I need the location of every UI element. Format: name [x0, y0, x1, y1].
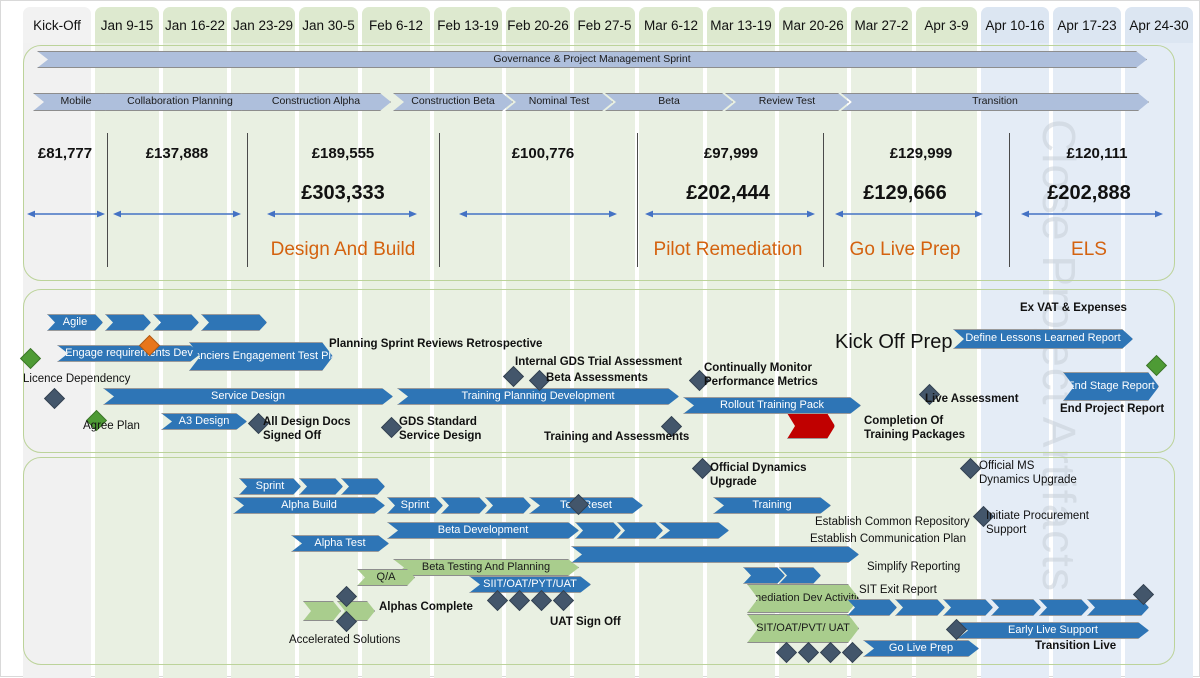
budget-amount: £120,111 — [1066, 145, 1128, 162]
week-tab[interactable]: Feb 27-5 — [574, 7, 635, 43]
task-bar[interactable]: A3 Design — [161, 413, 247, 430]
task-bar[interactable]: Financiers Engagement Test Plan — [189, 342, 333, 371]
phase-chevron[interactable]: Collaboration Planning — [105, 93, 255, 111]
budget-span-arrow — [835, 209, 983, 219]
week-tab[interactable]: Feb 13-19 — [434, 7, 502, 43]
week-tab[interactable]: Kick-Off — [23, 7, 91, 43]
budget-group-name: ELS — [1071, 239, 1107, 260]
week-tab[interactable]: Mar 27-2 — [851, 7, 912, 43]
budget-amount: £129,999 — [889, 145, 953, 162]
budget-span-arrow — [267, 209, 417, 219]
budget-amount: £137,888 — [145, 145, 209, 162]
phase-chevron[interactable]: Beta — [605, 93, 733, 111]
week-tab[interactable]: Mar 20-26 — [779, 7, 847, 43]
task-bar[interactable]: SIIT/OAT/PYT/UAT — [469, 576, 591, 593]
budget-amount: £189,555 — [311, 145, 375, 162]
task-bar[interactable]: Rollout Training Pack — [683, 397, 861, 414]
week-tab[interactable]: Feb 20-26 — [506, 7, 570, 43]
budget-span-arrow — [645, 209, 815, 219]
milestone-label: Official MS Dynamics Upgrade — [979, 460, 1077, 486]
milestone-label: Alphas Complete — [379, 601, 473, 613]
milestone-label: Beta Assessments — [546, 372, 648, 384]
budget-span-arrow — [459, 209, 617, 219]
budget-span-arrow — [1021, 209, 1163, 219]
phase-chevron[interactable]: Review Test — [725, 93, 849, 111]
week-tab-bar: Kick-Off Jan 9-15 Jan 16-22 Jan 23-29 Jan 30… — [1, 1, 1200, 43]
task-bar[interactable]: Training — [713, 497, 831, 514]
milestone-label: All Design Docs Signed Off — [263, 416, 351, 442]
task-bar[interactable]: Alpha Test — [291, 535, 389, 552]
budget-amount: £97,999 — [703, 145, 759, 162]
phase-chevron[interactable]: Mobile — [33, 93, 119, 111]
milestone-label: Ex VAT & Expenses — [1020, 302, 1127, 314]
week-tab[interactable]: Jan 16-22 — [163, 7, 227, 43]
milestone-label: Agree Plan — [83, 420, 140, 432]
milestone-label: Official Dynamics Upgrade — [710, 462, 807, 488]
week-tab[interactable]: Jan 9-15 — [95, 7, 159, 43]
task-bar[interactable]: Beta Testing And Planning — [393, 559, 579, 576]
budget-group-total: £303,333 — [301, 182, 385, 204]
week-tab[interactable]: Jan 23-29 — [231, 7, 295, 43]
governance-sprint-bar[interactable]: Governance & Project Management Sprint — [37, 51, 1147, 68]
phase-chevron[interactable]: Construction Alpha — [241, 93, 391, 111]
phase-chevron[interactable]: Construction Beta — [393, 93, 513, 111]
budget-amount: £81,777 — [37, 145, 93, 162]
milestone-label: Simplify Reporting — [867, 561, 961, 573]
milestone-label: SIT Exit Report — [859, 584, 937, 596]
budget-group-name: Design And Build — [270, 239, 416, 260]
week-tab[interactable]: Mar 6-12 — [639, 7, 703, 43]
milestone-label: Live Assessment — [925, 393, 1019, 405]
budget-group-total: £202,444 — [686, 182, 770, 204]
milestone-label: End Project Report — [1060, 403, 1165, 415]
task-bar[interactable]: Service Design — [103, 388, 393, 405]
task-bar-segment[interactable] — [571, 546, 859, 563]
milestone-label: Accelerated Solutions — [289, 634, 401, 646]
milestone-label: Training and Assessments — [544, 431, 690, 443]
milestone-label: Kick Off Prep — [835, 331, 953, 353]
task-bar[interactable]: Agile — [47, 314, 103, 331]
milestone-label: Establish Common Repository — [815, 516, 970, 528]
milestone-label: Transition Live — [1035, 640, 1117, 652]
task-bar[interactable]: Beta Development — [387, 522, 579, 539]
task-bar[interactable]: SIT/OAT/PVT/ UAT — [747, 614, 859, 643]
timeline-canvas: Close Project Artifacts Kick-Off Jan 9-15… — [0, 0, 1200, 678]
budget-group-total: £129,666 — [863, 182, 947, 204]
week-tab[interactable]: Jan 30-5 — [299, 7, 358, 43]
budget-group-name: Go Live Prep — [849, 239, 961, 260]
budget-group-name: Pilot Remediation — [653, 239, 803, 260]
task-bar[interactable]: End Stage Report — [1063, 372, 1159, 401]
milestone-label: UAT Sign Off — [550, 616, 621, 628]
phase-chevron[interactable]: Transition — [841, 93, 1149, 111]
week-tab[interactable]: Apr 10-16 — [981, 7, 1049, 43]
task-bar[interactable]: Early Live Support — [957, 622, 1149, 639]
milestone-label: Planning Sprint Reviews Retrospective — [329, 338, 543, 350]
week-tab[interactable]: Mar 13-19 — [707, 7, 775, 43]
budget-span-arrow — [27, 209, 105, 219]
task-bar[interactable]: Alpha Build — [233, 497, 385, 514]
task-bar[interactable]: Engage requirements Dev — [57, 345, 201, 362]
milestone-label: Internal GDS Trial Assessment — [515, 356, 683, 368]
task-bar[interactable]: Sprint — [387, 497, 443, 514]
milestone-label: Completion Of Training Packages — [864, 415, 965, 441]
milestone-label: GDS Standard Service Design — [399, 416, 482, 442]
week-tab[interactable]: Apr 3-9 — [916, 7, 977, 43]
week-tab[interactable]: Apr 24-30 — [1125, 7, 1193, 43]
budget-span-arrow — [113, 209, 241, 219]
task-bar[interactable]: Define Lessons Learned Report — [953, 329, 1133, 349]
milestone-label: Establish Communication Plan — [810, 533, 966, 545]
phase-chevron[interactable]: Nominal Test — [505, 93, 613, 111]
task-bar[interactable]: Go Live Prep — [863, 640, 979, 657]
milestone-label: Initiate Procurement Support — [986, 510, 1089, 536]
week-tab[interactable]: Apr 17-23 — [1053, 7, 1121, 43]
milestone-label: Continually Monitor Performance Metrics — [704, 362, 818, 388]
budget-group-total: £202,888 — [1047, 182, 1131, 204]
budget-divider — [107, 133, 108, 267]
budget-amount: £100,776 — [511, 145, 575, 162]
week-tab[interactable]: Feb 6-12 — [362, 7, 430, 43]
task-bar[interactable]: Sprint — [239, 478, 301, 495]
task-bar[interactable]: Remediation Dev Activities — [747, 584, 859, 613]
milestone-label: Licence Dependency — [23, 373, 131, 385]
task-bar[interactable]: Q/A — [357, 569, 415, 586]
task-bar-segment[interactable] — [201, 314, 267, 331]
